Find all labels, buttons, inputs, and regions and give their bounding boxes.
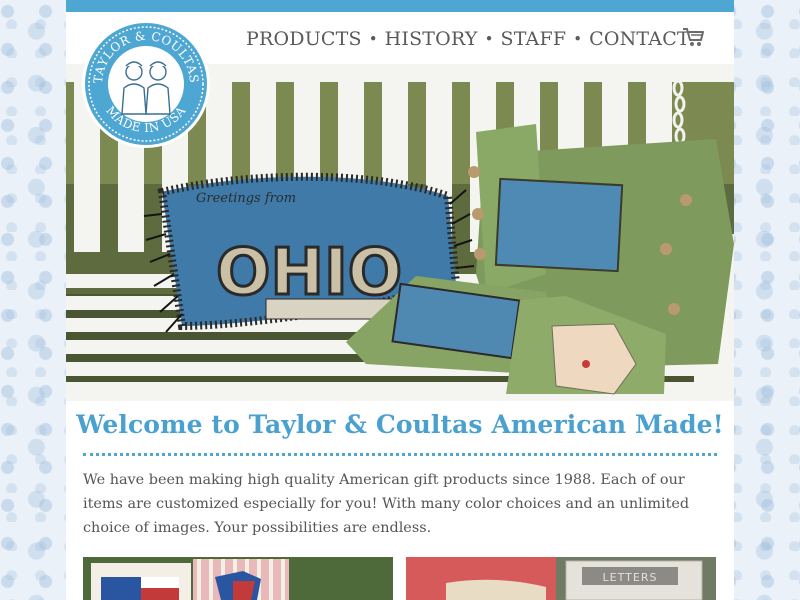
nav-contact[interactable]: CONTACT <box>589 28 690 50</box>
top-accent-bar <box>66 0 734 12</box>
nav-products[interactable]: PRODUCTS <box>246 28 362 50</box>
nav-separator: • <box>573 30 583 48</box>
product-thumbnail-left[interactable] <box>83 557 393 600</box>
brand-logo-seal[interactable]: TAYLOR & COULTAS MADE IN USA <box>80 18 212 150</box>
welcome-paragraph: We have been making high quality America… <box>83 472 690 536</box>
pillow-script-text: Greetings from <box>196 191 296 206</box>
welcome-heading: Welcome to Taylor & Coultas American Mad… <box>76 410 724 439</box>
nav-separator: • <box>368 30 378 48</box>
nav-staff[interactable]: STAFF <box>500 28 566 50</box>
letters-sign-text: LETTERS <box>603 571 658 584</box>
nav-separator: • <box>484 30 494 48</box>
dotted-divider <box>83 453 717 456</box>
product-thumbnail-right[interactable]: LETTERS <box>406 557 716 600</box>
nav-history[interactable]: HISTORY <box>385 28 478 50</box>
shopping-cart-icon[interactable] <box>682 26 706 48</box>
page-container: PRODUCTS • HISTORY • STAFF • CONTACT OHI… <box>66 0 734 600</box>
main-nav: PRODUCTS • HISTORY • STAFF • CONTACT <box>246 27 690 51</box>
